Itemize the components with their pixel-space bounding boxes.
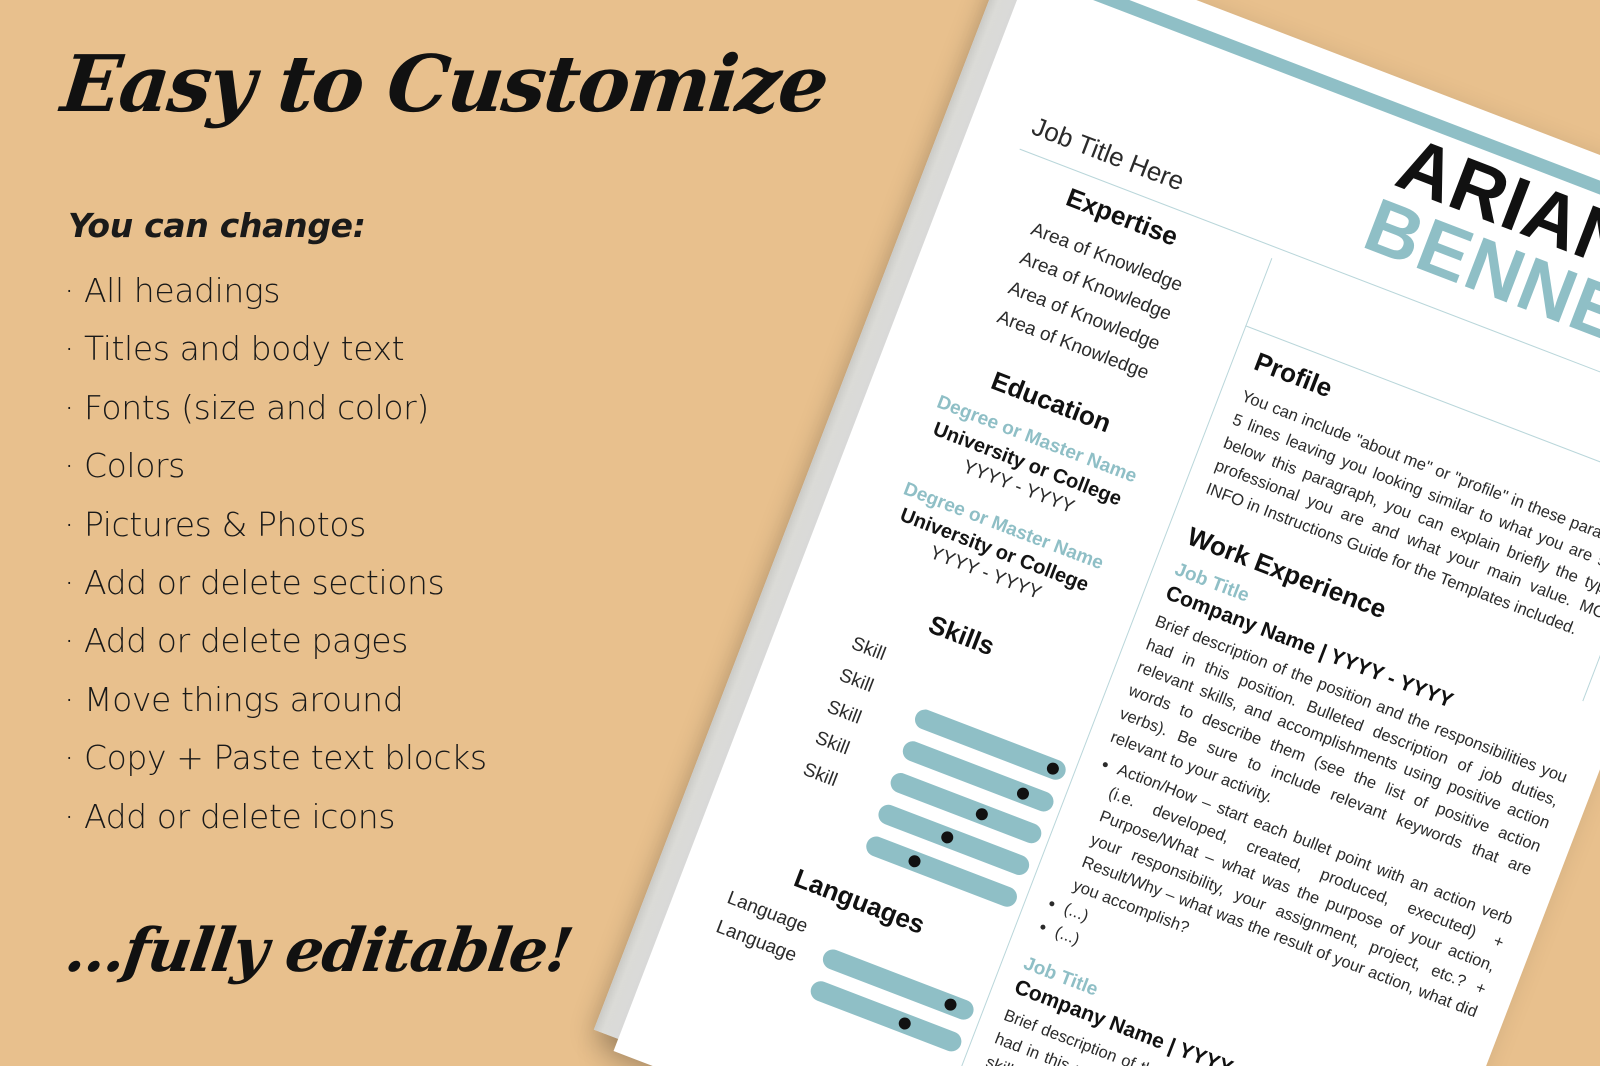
bullet-glyph: · bbox=[64, 679, 75, 719]
skill-level-knob bbox=[974, 806, 990, 823]
list-item: · Copy + Paste text blocks bbox=[64, 729, 684, 787]
language-level-knob bbox=[942, 996, 958, 1013]
bullet-glyph: · bbox=[64, 738, 75, 778]
bullet-glyph: · bbox=[64, 271, 75, 310]
bullet-glyph: · bbox=[64, 563, 75, 603]
list-item-label: Add or delete sections bbox=[84, 563, 445, 603]
skill-level-knob bbox=[1014, 785, 1031, 802]
list-item: · All headings bbox=[64, 262, 684, 320]
list-item-label: Fonts (size and color) bbox=[84, 387, 429, 427]
list-item-label: Pictures & Photos bbox=[84, 504, 366, 544]
list-item: · Titles and body text bbox=[64, 320, 684, 378]
bullet-glyph: · bbox=[64, 387, 75, 427]
list-item-label: Add or delete icons bbox=[84, 796, 396, 836]
promo-footer-text: ...fully editable! bbox=[61, 916, 577, 986]
resume-page-front: ARIANNA BENNETT Job Title Here Expertise… bbox=[613, 0, 1600, 1066]
list-item: · Pictures & Photos bbox=[64, 496, 684, 554]
promo-feature-list: · All headings · Titles and body text · Fon… bbox=[64, 262, 684, 846]
list-item-label: All headings bbox=[84, 271, 281, 310]
promo-mockup-canvas: ARIANNA BENNETT Job Title Here Expertise… bbox=[0, 0, 1600, 1066]
bullet-glyph: · bbox=[64, 446, 75, 486]
list-item: · Add or delete pages bbox=[64, 612, 684, 670]
list-item: · Colors bbox=[64, 437, 684, 495]
promo-panel: Easy to Customize You can change: · All h… bbox=[0, 0, 832, 1066]
bullet-glyph: · bbox=[64, 329, 75, 369]
list-item: · Move things around bbox=[64, 671, 684, 729]
list-item: · Add or delete icons bbox=[64, 788, 684, 846]
skill-level-knob bbox=[906, 853, 923, 869]
bullet-glyph: · bbox=[64, 621, 75, 661]
list-item-label: Colors bbox=[84, 446, 185, 486]
promo-title: Easy to Customize bbox=[57, 39, 832, 130]
bullet-glyph: · bbox=[64, 504, 75, 544]
list-item-label: Move things around bbox=[84, 679, 404, 719]
bullet-glyph: · bbox=[64, 796, 75, 836]
list-item: · Add or delete sections bbox=[64, 554, 684, 612]
skill-level-knob bbox=[1044, 760, 1061, 777]
list-item-label: Add or delete pages bbox=[84, 621, 408, 661]
list-item-label: Titles and body text bbox=[84, 329, 405, 369]
list-item-label: Copy + Paste text blocks bbox=[84, 738, 487, 778]
list-item: · Fonts (size and color) bbox=[64, 379, 684, 437]
language-level-knob bbox=[897, 1015, 913, 1032]
promo-subtitle: You can change: bbox=[68, 206, 366, 245]
skill-level-knob bbox=[939, 829, 956, 846]
